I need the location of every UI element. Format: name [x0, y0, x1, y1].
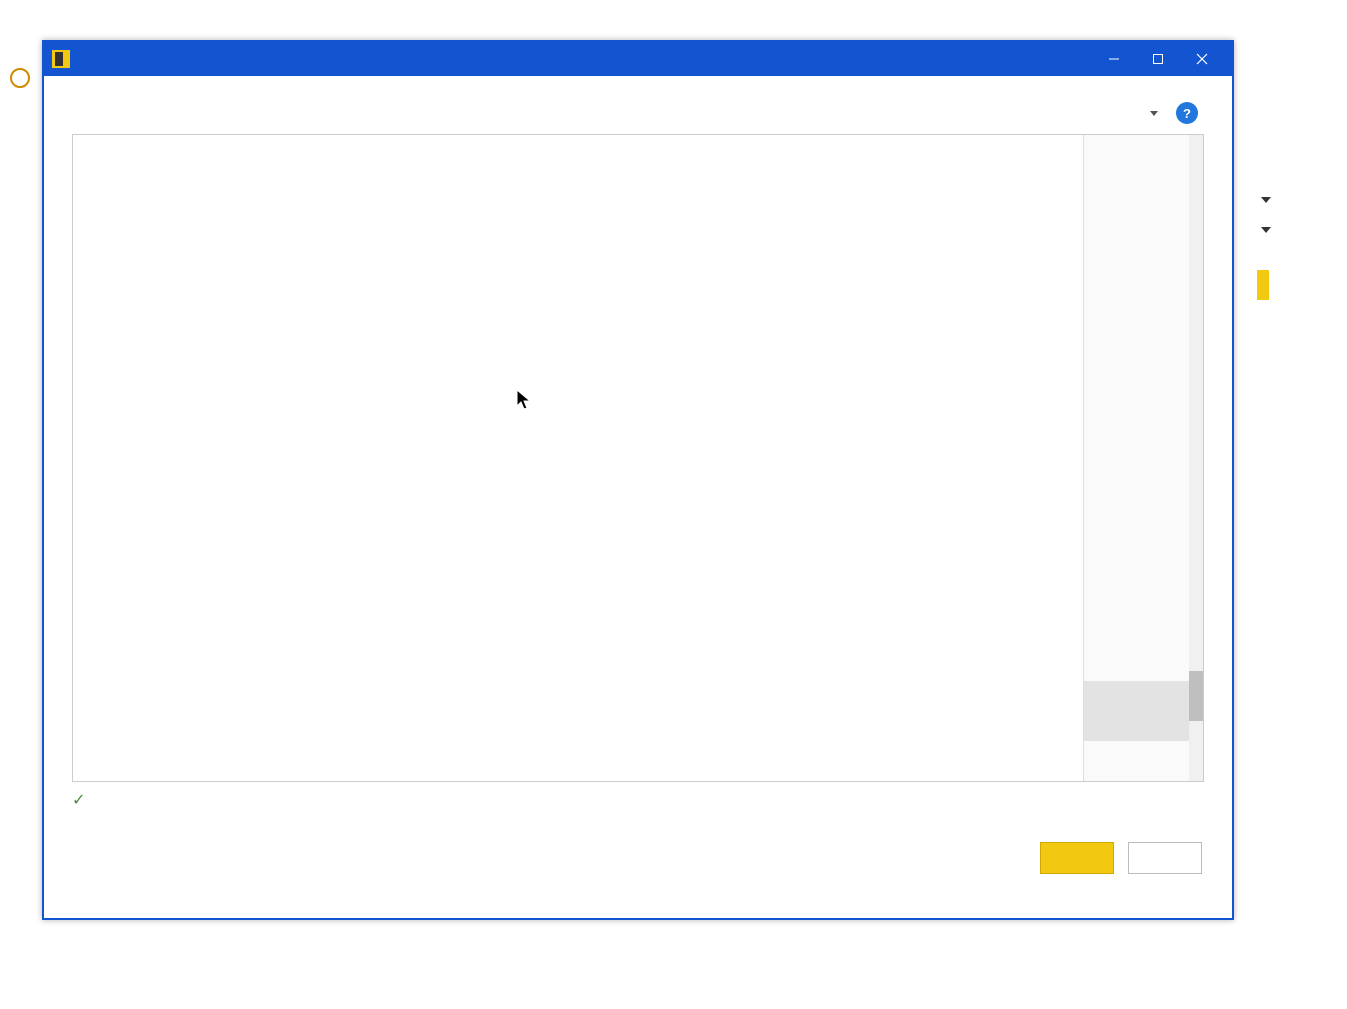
minimap-viewport[interactable]: [1084, 681, 1203, 741]
bg-window-title: [0, 0, 1347, 20]
maximize-button[interactable]: [1136, 43, 1180, 75]
bg-source-settings[interactable]: [0, 99, 40, 107]
right-pn[interactable]: [1257, 188, 1347, 210]
bg-sources[interactable]: [0, 115, 40, 123]
minimize-button[interactable]: [1092, 43, 1136, 75]
done-button[interactable]: [1040, 842, 1114, 874]
minimap[interactable]: [1083, 135, 1203, 781]
chevron-down-icon: [1150, 111, 1158, 116]
line-number-gutter: [73, 135, 129, 781]
scrollbar-thumb[interactable]: [1189, 671, 1203, 721]
advanced-editor-dialog: ? ✓: [42, 40, 1234, 920]
cancel-button[interactable]: [1128, 842, 1202, 874]
right-a2[interactable]: [1257, 218, 1347, 240]
right-yellow-indicator: [1257, 270, 1269, 300]
titlebar: [44, 42, 1232, 76]
right-query-label: [1257, 180, 1347, 188]
display-options-dropdown[interactable]: [1144, 111, 1158, 116]
code-content[interactable]: [129, 135, 1083, 781]
close-button[interactable]: [1180, 43, 1224, 75]
bg-tings: [0, 107, 40, 115]
bg-gear-icon[interactable]: [0, 60, 40, 99]
code-editor[interactable]: [72, 134, 1204, 782]
help-icon[interactable]: ?: [1176, 102, 1198, 124]
app-logo-icon: [52, 50, 70, 68]
right-a1[interactable]: [1257, 210, 1347, 218]
check-icon: ✓: [72, 790, 85, 810]
vertical-scrollbar[interactable]: [1189, 135, 1203, 781]
